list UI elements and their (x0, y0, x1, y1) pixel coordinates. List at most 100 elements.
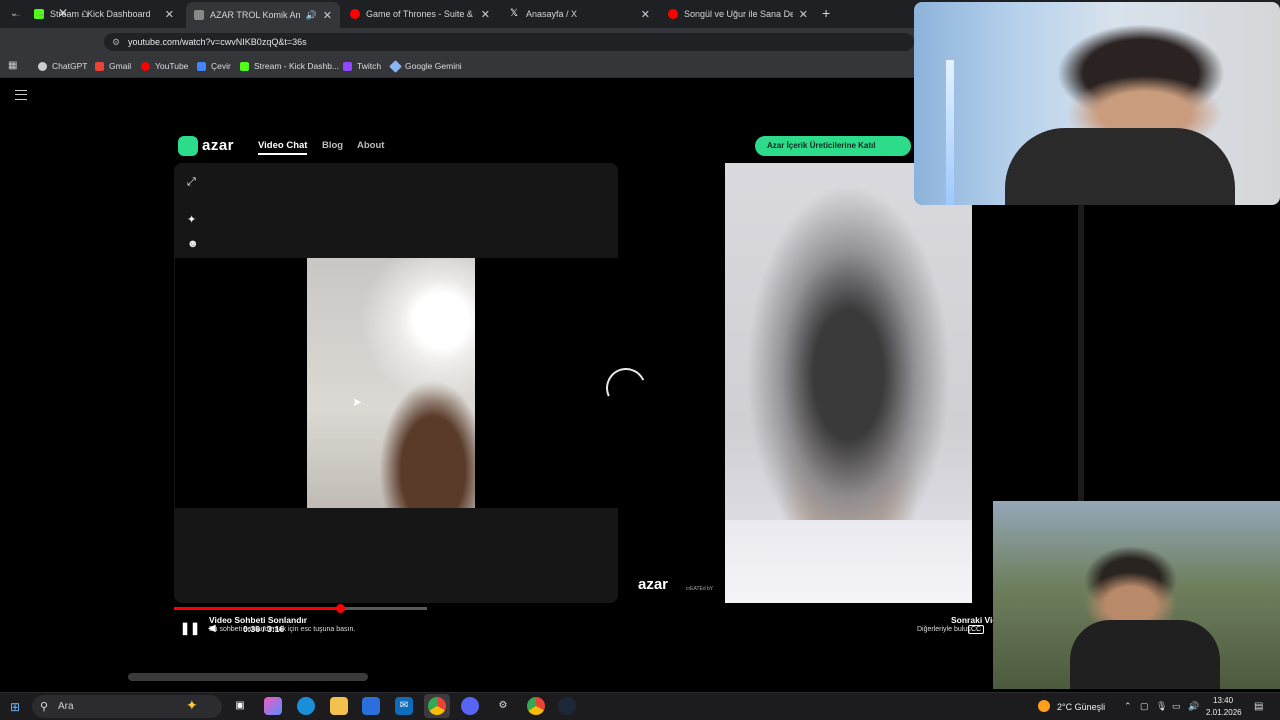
close-icon[interactable]: ✕ (799, 8, 808, 21)
tab-title: Anasayfa / X (526, 9, 578, 19)
bookmark-label: YouTube (155, 61, 189, 71)
site-info-icon[interactable]: ⚙ (112, 37, 120, 48)
youtube-icon (668, 9, 678, 19)
shirt-region (725, 520, 972, 603)
kick-icon (240, 61, 249, 71)
close-icon[interactable]: ✕ (165, 8, 174, 21)
bookmark-youtube[interactable]: YouTube (141, 61, 188, 71)
new-tab-button[interactable]: + (822, 5, 830, 21)
chrome-icon[interactable] (428, 697, 446, 715)
store-icon[interactable] (362, 697, 380, 715)
home-icon[interactable]: ⌂ (81, 6, 88, 20)
bookmark-label: Twitch (357, 61, 382, 71)
x-logo-icon: 𝕏 (510, 8, 519, 19)
copilot-sparkle-icon: ✦ (186, 697, 198, 713)
bookmark-gemini[interactable]: Google Gemini (389, 59, 462, 73)
back-icon[interactable]: ← (10, 6, 22, 20)
azar-creator-banner: Azar İçerik Üreticilerine Katıl (755, 136, 911, 156)
tab-title: AZAR TROL Komik Anlar / A (210, 10, 300, 20)
video-time: 0:36 / 3:16 (243, 624, 285, 634)
bookmark-kick[interactable]: Stream - Kick Dashb... (240, 61, 339, 71)
mail-icon[interactable]: ✉ (395, 697, 413, 715)
tab-title: Game of Thrones - Suite & Rai (366, 9, 475, 19)
windows-start-icon[interactable]: ⊞ (10, 700, 20, 714)
azar-logo-text: azar (202, 137, 235, 154)
notification-icon[interactable]: ▤ (1254, 701, 1263, 712)
tray-app-icon[interactable]: ▢ (1140, 701, 1149, 712)
expand-icon: ⤢ (187, 176, 196, 188)
file-explorer-icon[interactable] (330, 697, 348, 715)
youtube-icon (350, 9, 360, 19)
azar-watermark-sub: crEATEd bY (686, 586, 714, 592)
close-icon[interactable]: ✕ (323, 9, 332, 22)
bookmark-gmail[interactable]: Gmail (95, 61, 131, 71)
chrome-secondary-icon[interactable] (527, 697, 545, 715)
azar-nav-blog: Blog (322, 140, 344, 151)
video-progress-fill (174, 607, 340, 610)
search-icon: ⚲ (40, 701, 49, 713)
task-view-icon[interactable]: ▣ (231, 697, 249, 715)
sparkle-icon: ✦ (187, 214, 197, 226)
next-video-sub: Diğerleriyle buluş (917, 626, 971, 633)
close-icon[interactable]: ✕ (641, 8, 650, 21)
next-video-title: Sonraki Vid (951, 615, 998, 625)
copilot-icon[interactable] (264, 697, 282, 715)
speaker-icon[interactable]: 🔊 (1188, 701, 1199, 712)
gmail-icon (95, 61, 104, 71)
mouse-cursor-icon: ➤ (352, 395, 363, 409)
discord-icon[interactable] (461, 697, 479, 715)
bookmark-label: Gmail (109, 61, 132, 71)
azar-watermark: azar (638, 576, 669, 593)
url-text[interactable]: youtube.com/watch?v=cwvNIKB0zqQ&t=36s (128, 37, 307, 47)
youtube-icon (194, 10, 204, 20)
sticker-icon: ☻ (187, 238, 199, 250)
weather-text[interactable]: 2°C Güneşli (1057, 702, 1105, 712)
video-progress-handle[interactable] (336, 604, 345, 613)
settings-gear-icon[interactable]: ⚙ (494, 697, 512, 715)
rgb-light-strip (946, 60, 954, 205)
tab-kick-dashboard[interactable]: Stream - Kick Dashboard ✕ (26, 3, 182, 25)
bookmark-label: Stream - Kick Dashb... (254, 61, 340, 71)
bookmark-twitch[interactable]: Twitch (343, 61, 381, 71)
bookmark-translate[interactable]: Çevir (197, 61, 231, 71)
edge-icon[interactable] (297, 697, 315, 715)
forward-icon[interactable]: → (34, 6, 46, 20)
youtube-icon (141, 61, 150, 71)
menu-icon[interactable] (15, 90, 27, 100)
azar-partner-camera-image (307, 258, 475, 508)
azar-nav-about: About (357, 140, 385, 151)
steam-icon[interactable] (558, 697, 576, 715)
pause-icon[interactable]: ❚❚ (180, 621, 200, 635)
chevron-up-icon[interactable]: ⌃ (1124, 701, 1132, 712)
tab-songul-ugur[interactable]: Songül ve Uğur ile Sana Değer ✕ (660, 3, 816, 25)
azar-logo-icon (178, 136, 198, 156)
clock-date[interactable]: 2.01.2026 (1206, 708, 1242, 717)
volume-icon[interactable]: ◀ (208, 623, 216, 634)
microphone-icon[interactable]: 🎙 (1156, 701, 1167, 712)
stop-icon[interactable]: ✕ (58, 6, 68, 20)
network-icon[interactable]: ▭ (1172, 701, 1181, 712)
bookmark-chatgpt[interactable]: ChatGPT (38, 61, 87, 71)
horizontal-scrollbar[interactable] (128, 673, 368, 681)
azar-nav-video-chat: Video Chat (258, 140, 308, 155)
taskbar-search-text: Ara (58, 701, 74, 712)
apps-grid-icon[interactable]: ▦ (8, 60, 17, 71)
gemini-icon (389, 59, 402, 73)
streamer-body (1005, 128, 1235, 205)
bookmark-label: Google Gemini (405, 61, 462, 71)
bookmark-label: ChatGPT (52, 61, 88, 71)
sun-icon[interactable] (1038, 700, 1050, 712)
chatgpt-icon (38, 61, 47, 71)
guest-body (1070, 620, 1220, 689)
tab-title: Songül ve Uğur ile Sana Değer (684, 9, 793, 19)
captions-icon[interactable]: CC (968, 625, 985, 634)
bookmark-label: Çevir (211, 61, 231, 71)
twitch-icon (343, 61, 352, 71)
clock-time[interactable]: 13:40 (1213, 696, 1233, 705)
tab-game-of-thrones[interactable]: Game of Thrones - Suite & Rai ✕ (342, 3, 498, 25)
close-icon[interactable]: ✕ (481, 8, 490, 21)
translate-icon (197, 61, 206, 71)
speaker-icon[interactable]: 🔊 (306, 10, 317, 21)
tab-azar-trol[interactable]: AZAR TROL Komik Anlar / A 🔊 ✕ (186, 2, 340, 28)
tab-x-home[interactable]: 𝕏 Anasayfa / X ✕ (502, 3, 658, 25)
